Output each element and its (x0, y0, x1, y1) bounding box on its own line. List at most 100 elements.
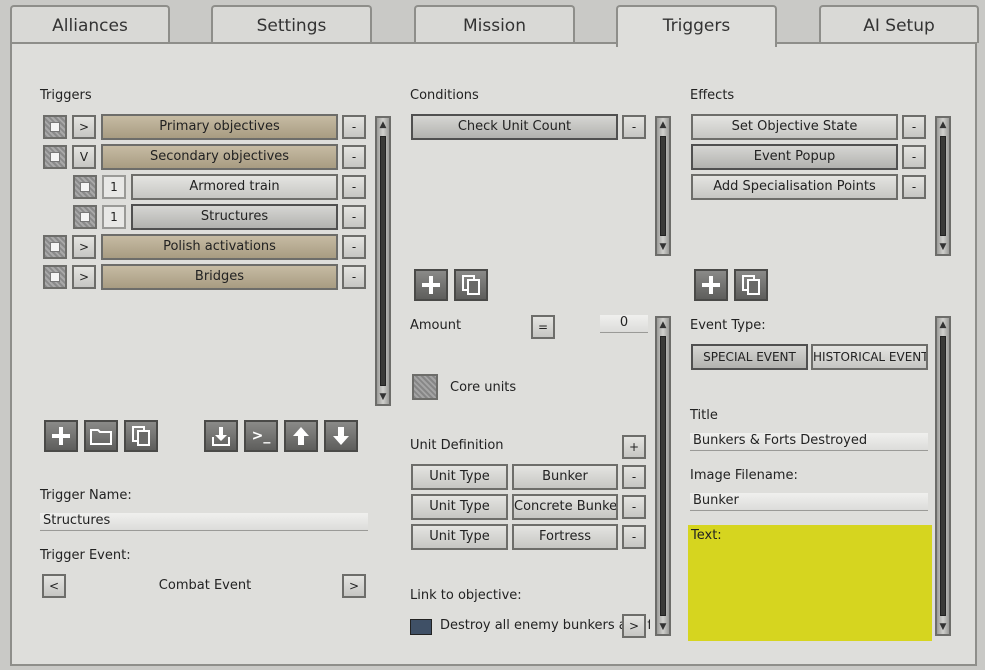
trigger-enable-checkbox[interactable] (43, 145, 67, 169)
scroll-up-icon[interactable]: ▲ (377, 118, 389, 132)
condition-remove-button[interactable]: - (622, 115, 646, 139)
scroll-up-icon[interactable]: ▲ (937, 318, 949, 332)
trigger-primary-objectives[interactable]: Primary objectives (101, 114, 338, 140)
add-effect-button[interactable] (694, 269, 728, 301)
trigger-expand-button[interactable]: > (72, 265, 96, 289)
title-input[interactable]: Bunkers & Forts Destroyed (690, 433, 928, 451)
unit-definition-label: Unit Definition (410, 438, 504, 453)
scroll-thumb[interactable] (940, 336, 946, 616)
scroll-down-icon[interactable]: ▼ (657, 240, 669, 254)
conditions-heading: Conditions (410, 88, 479, 103)
trigger-remove-button[interactable]: - (342, 115, 366, 139)
amount-operator-button[interactable]: = (531, 315, 555, 339)
unit-def-key[interactable]: Unit Type (411, 494, 508, 520)
trigger-remove-button[interactable]: - (342, 205, 366, 229)
trigger-remove-button[interactable]: - (342, 265, 366, 289)
tab-triggers[interactable]: Triggers (616, 5, 777, 47)
copy-condition-button[interactable] (454, 269, 488, 301)
scroll-down-icon[interactable]: ▼ (377, 390, 389, 404)
effects-heading: Effects (690, 88, 735, 103)
trigger-enable-checkbox[interactable] (43, 235, 67, 259)
scroll-thumb[interactable] (660, 136, 666, 236)
unit-def-remove-button[interactable]: - (622, 465, 646, 489)
link-objective-value: Destroy all enemy bunkers and fort (440, 618, 650, 633)
link-objective-label: Link to objective: (410, 588, 522, 603)
scroll-down-icon[interactable]: ▼ (937, 240, 949, 254)
text-editor[interactable]: Text: (688, 525, 932, 641)
move-up-button[interactable] (284, 420, 318, 452)
scroll-thumb[interactable] (660, 336, 666, 616)
add-folder-button[interactable] (84, 420, 118, 452)
trigger-remove-button[interactable]: - (342, 145, 366, 169)
amount-input[interactable]: 0 (600, 315, 648, 333)
trigger-event-next-button[interactable]: > (342, 574, 366, 598)
trigger-event-prev-button[interactable]: < (42, 574, 66, 598)
event-type-historical[interactable]: HISTORICAL EVENT (811, 344, 928, 370)
effect-remove-button[interactable]: - (902, 115, 926, 139)
script-console-button[interactable]: >_ (244, 420, 278, 452)
move-down-button[interactable] (324, 420, 358, 452)
scroll-up-icon[interactable]: ▲ (937, 118, 949, 132)
unit-def-remove-button[interactable]: - (622, 525, 646, 549)
text-label: Text: (691, 528, 722, 543)
trigger-enable-checkbox[interactable] (43, 115, 67, 139)
scroll-thumb[interactable] (380, 136, 386, 386)
folder-icon (90, 429, 112, 445)
trigger-event-value: Combat Event (158, 578, 252, 593)
effect-set-objective-state[interactable]: Set Objective State (691, 114, 898, 140)
scroll-up-icon[interactable]: ▲ (657, 318, 669, 332)
scroll-down-icon[interactable]: ▼ (937, 620, 949, 634)
objective-color-swatch (410, 619, 432, 635)
triggers-scrollbar[interactable]: ▲ ▼ (375, 116, 391, 406)
trigger-name-input[interactable]: Structures (40, 513, 368, 531)
unit-def-value[interactable]: Concrete Bunke (512, 494, 618, 520)
event-type-special[interactable]: SPECIAL EVENT (691, 344, 808, 370)
trigger-remove-button[interactable]: - (342, 175, 366, 199)
copy-trigger-button[interactable] (124, 420, 158, 452)
plus-icon (52, 427, 70, 445)
conditions-scrollbar[interactable]: ▲ ▼ (655, 116, 671, 256)
trigger-expand-button[interactable]: > (72, 115, 96, 139)
trigger-remove-button[interactable]: - (342, 235, 366, 259)
core-units-label: Core units (450, 380, 517, 395)
trigger-expand-button[interactable]: > (72, 235, 96, 259)
add-condition-button[interactable] (414, 269, 448, 301)
scroll-down-icon[interactable]: ▼ (657, 620, 669, 634)
tab-ai-setup[interactable]: AI Setup (819, 5, 979, 43)
trigger-structures[interactable]: Structures (131, 204, 338, 230)
unit-def-value[interactable]: Fortress (512, 524, 618, 550)
condition-check-unit-count[interactable]: Check Unit Count (411, 114, 618, 140)
copy-effect-button[interactable] (734, 269, 768, 301)
effect-add-specialisation-points[interactable]: Add Specialisation Points (691, 174, 898, 200)
console-icon: >_ (251, 428, 271, 444)
trigger-bridges[interactable]: Bridges (101, 264, 338, 290)
link-objective-button[interactable]: > (622, 614, 646, 638)
trigger-polish-activations[interactable]: Polish activations (101, 234, 338, 260)
import-trigger-button[interactable] (204, 420, 238, 452)
trigger-expand-button[interactable]: V (72, 145, 96, 169)
unit-definition-add-button[interactable]: + (622, 435, 646, 459)
tab-settings[interactable]: Settings (211, 5, 372, 43)
trigger-enable-checkbox[interactable] (73, 175, 97, 199)
effect-event-popup[interactable]: Event Popup (691, 144, 898, 170)
condition-details-scrollbar[interactable]: ▲ ▼ (655, 316, 671, 636)
scroll-thumb[interactable] (940, 136, 946, 236)
trigger-enable-checkbox[interactable] (73, 205, 97, 229)
trigger-secondary-objectives[interactable]: Secondary objectives (101, 144, 338, 170)
unit-def-value[interactable]: Bunker (512, 464, 618, 490)
image-filename-input[interactable]: Bunker (690, 493, 928, 511)
tab-alliances[interactable]: Alliances (10, 5, 170, 43)
scroll-up-icon[interactable]: ▲ (657, 118, 669, 132)
effects-scrollbar[interactable]: ▲ ▼ (935, 116, 951, 256)
trigger-armored-train[interactable]: Armored train (131, 174, 338, 200)
effect-remove-button[interactable]: - (902, 175, 926, 199)
unit-def-remove-button[interactable]: - (622, 495, 646, 519)
add-trigger-button[interactable] (44, 420, 78, 452)
core-units-checkbox[interactable] (412, 374, 438, 400)
effect-details-scrollbar[interactable]: ▲ ▼ (935, 316, 951, 636)
unit-def-key[interactable]: Unit Type (411, 524, 508, 550)
trigger-enable-checkbox[interactable] (43, 265, 67, 289)
effect-remove-button[interactable]: - (902, 145, 926, 169)
unit-def-key[interactable]: Unit Type (411, 464, 508, 490)
tab-mission[interactable]: Mission (414, 5, 575, 43)
